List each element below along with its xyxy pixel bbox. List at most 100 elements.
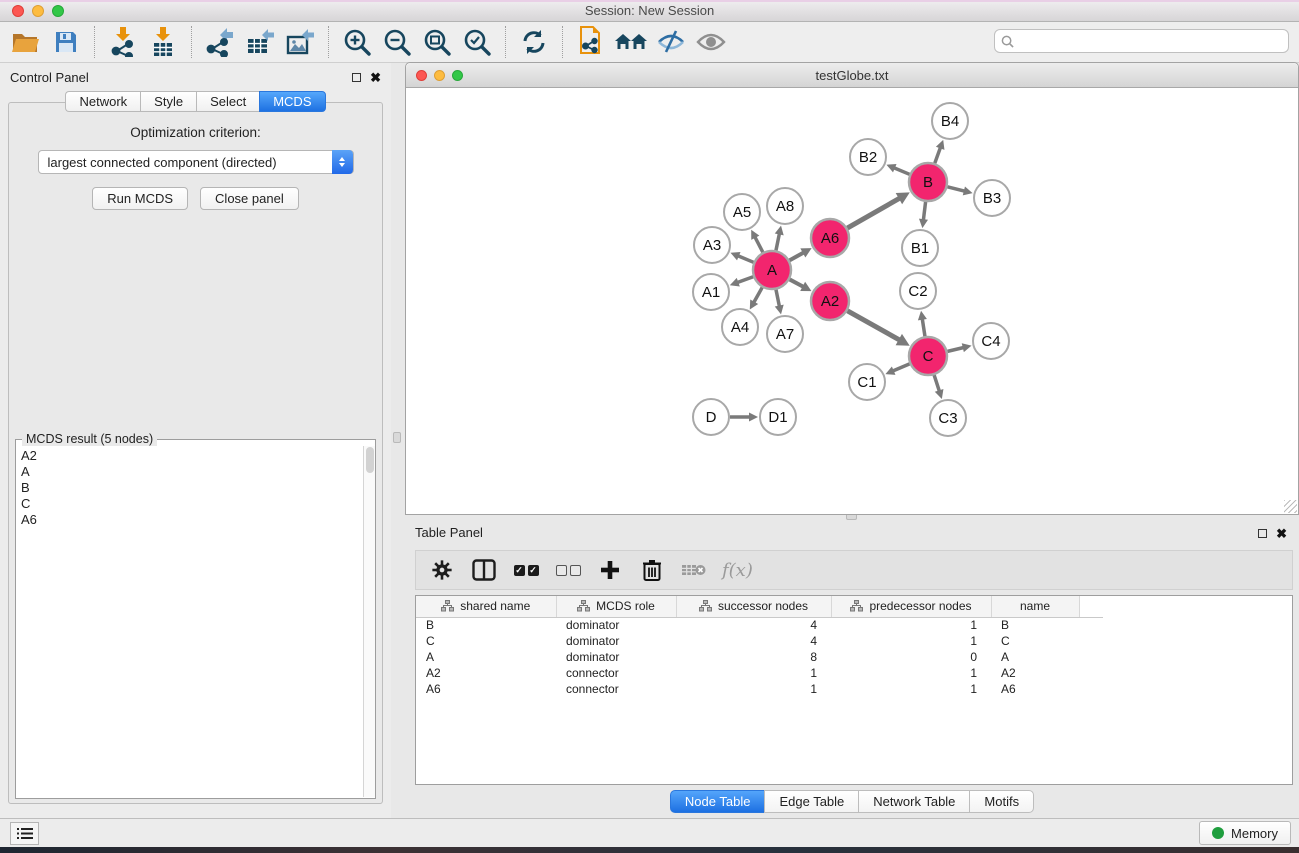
table-cell[interactable]: 1 [831,681,991,697]
table-cell[interactable]: dominator [556,633,676,649]
close-panel-icon[interactable]: ✖ [370,71,381,84]
network-close-button[interactable] [416,70,427,81]
tab-mcds[interactable]: MCDS [259,91,325,112]
network-from-file-icon[interactable] [571,25,611,59]
table-tabs: Node Table Edge Table Network Table Moti… [405,790,1299,813]
table-row[interactable]: A2connector11A2 [416,665,1103,681]
tab-motifs[interactable]: Motifs [969,790,1034,813]
mcds-result-item[interactable]: B [21,480,362,496]
create-column-plus-icon[interactable] [596,555,624,585]
mcds-result-scrollbar[interactable] [363,446,375,797]
optimization-criterion-select[interactable]: largest connected component (directed) [38,150,354,174]
table-cell[interactable]: A2 [991,665,1079,681]
network-minimize-button[interactable] [434,70,445,81]
table-row[interactable]: A6connector11A6 [416,681,1103,697]
table-cell[interactable]: 1 [676,681,831,697]
table-cell[interactable]: A [991,649,1079,665]
table-cell[interactable]: 4 [676,617,831,633]
hide-graphics-details-icon[interactable] [651,25,691,59]
tab-style[interactable]: Style [140,91,196,112]
close-panel-button[interactable]: Close panel [200,187,299,210]
table-cell[interactable]: connector [556,665,676,681]
graph-node-label: D [706,409,717,426]
float-table-panel-icon[interactable] [1258,529,1267,538]
table-cell[interactable]: 8 [676,649,831,665]
column-header[interactable]: shared name [416,596,556,617]
zoom-in-icon[interactable] [337,25,377,59]
zoom-selected-icon[interactable] [457,25,497,59]
table-cell[interactable]: 1 [676,665,831,681]
select-all-columns-icon[interactable]: ✓✓ [512,555,540,585]
mcds-result-item[interactable]: A2 [21,448,362,464]
save-session-icon[interactable] [46,25,86,59]
table-cell[interactable]: A [416,649,556,665]
graph-node-label: C [923,348,934,365]
table-row[interactable]: Adominator80A [416,649,1103,665]
export-image-icon[interactable] [280,25,320,59]
resize-grip-icon[interactable] [1284,500,1297,513]
search-input[interactable] [1019,34,1282,48]
edge-arrowhead-icon [919,219,928,228]
node-table[interactable]: shared nameMCDS rolesuccessor nodesprede… [415,595,1293,785]
mcds-result-item[interactable]: A [21,464,362,480]
zoom-fit-icon[interactable] [417,25,457,59]
refresh-icon[interactable] [514,25,554,59]
tab-node-table[interactable]: Node Table [670,790,765,813]
open-session-icon[interactable] [6,25,46,59]
table-cell[interactable]: 1 [831,665,991,681]
task-history-button[interactable] [10,822,39,845]
table-cell[interactable]: C [416,633,556,649]
table-cell[interactable]: C [991,633,1079,649]
network-canvas[interactable]: B4B2BB3A8A5A6A3B1AC2A1A2A4A7C4CC1C3DD1 [406,88,1298,514]
tab-select[interactable]: Select [196,91,259,112]
export-network-icon[interactable] [200,25,240,59]
table-cell[interactable]: connector [556,681,676,697]
import-network-icon[interactable] [103,25,143,59]
mcds-result-item[interactable]: C [21,496,362,512]
network-maximize-button[interactable] [452,70,463,81]
table-options-gear-icon[interactable] [428,555,456,585]
control-panel: Control Panel ✖ Network Style Select MCD… [0,63,391,818]
zoom-out-icon[interactable] [377,25,417,59]
graph-node-label: A2 [821,293,839,310]
table-cell[interactable]: 1 [831,633,991,649]
home-icon[interactable] [611,25,651,59]
mcds-result-title: MCDS result (5 nodes) [22,432,157,446]
graph-node-label: B2 [859,149,877,166]
column-header[interactable]: name [991,596,1079,617]
column-header[interactable]: successor nodes [676,596,831,617]
unselect-all-columns-icon[interactable] [554,555,582,585]
float-panel-icon[interactable] [352,73,361,82]
table-cell[interactable]: 0 [831,649,991,665]
memory-status-icon [1212,827,1224,839]
table-cell[interactable]: A2 [416,665,556,681]
show-graphics-details-icon[interactable] [691,25,731,59]
edge-arrowhead-icon [775,305,784,315]
table-cell[interactable]: B [416,617,556,633]
tab-network[interactable]: Network [65,91,140,112]
table-cell[interactable]: B [991,617,1079,633]
table-cell[interactable]: 4 [676,633,831,649]
vertical-splitter-handle[interactable] [393,432,401,443]
mcds-result-list: A2ABCA6 [17,446,362,797]
column-header[interactable]: predecessor nodes [831,596,991,617]
table-cell[interactable]: A6 [991,681,1079,697]
table-cell[interactable]: 1 [831,617,991,633]
column-header[interactable]: MCDS role [556,596,676,617]
table-cell[interactable]: dominator [556,649,676,665]
close-table-panel-icon[interactable]: ✖ [1276,527,1287,540]
delete-columns-trash-icon[interactable] [638,555,666,585]
import-table-icon[interactable] [143,25,183,59]
memory-button[interactable]: Memory [1199,821,1291,845]
table-cell[interactable]: dominator [556,617,676,633]
table-row[interactable]: Cdominator41C [416,633,1103,649]
run-mcds-button[interactable]: Run MCDS [92,187,188,210]
table-row[interactable]: Bdominator41B [416,617,1103,633]
tab-edge-table[interactable]: Edge Table [764,790,858,813]
table-cell[interactable]: A6 [416,681,556,697]
export-table-icon[interactable] [240,25,280,59]
delete-table-icon [680,555,708,585]
show-column-panel-icon[interactable] [470,555,498,585]
mcds-result-item[interactable]: A6 [21,512,362,528]
tab-network-table[interactable]: Network Table [858,790,969,813]
